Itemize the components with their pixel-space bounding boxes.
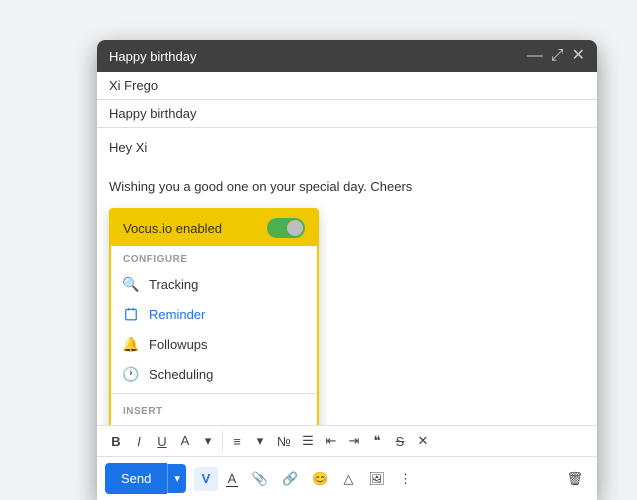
underline-button[interactable]: U xyxy=(151,430,173,452)
trash-button[interactable]: 🗑 xyxy=(560,467,589,491)
subject-field[interactable]: Happy birthday xyxy=(97,100,597,128)
vocus-dropdown: Vocus.io enabled CONFIGURE 🔍 Tracking xyxy=(109,208,319,425)
italic-button[interactable]: I xyxy=(128,430,150,452)
indent-more-button[interactable]: ⇥ xyxy=(343,430,365,452)
link-button[interactable]: 🔗 xyxy=(276,467,304,491)
resize-button[interactable]: ⤢ xyxy=(551,48,564,64)
vocus-enabled-row: Vocus.io enabled xyxy=(111,210,317,246)
close-button[interactable]: ✕ xyxy=(572,48,585,64)
align-arrow[interactable]: ▾ xyxy=(249,430,271,452)
font-color-a: A xyxy=(181,433,190,448)
unordered-list-button[interactable]: ☰ xyxy=(297,430,319,452)
send-button[interactable]: Send xyxy=(105,463,167,494)
compose-title: Happy birthday xyxy=(109,49,196,64)
configure-section-label: CONFIGURE xyxy=(111,246,317,269)
reminder-icon xyxy=(123,306,139,322)
body-text: Hey Xi Wishing you a good one on your sp… xyxy=(109,138,585,197)
menu-item-tracking[interactable]: 🔍 Tracking xyxy=(111,269,317,299)
align-button[interactable]: ≡ xyxy=(226,430,248,452)
attach-button[interactable]: 📎 xyxy=(246,467,274,491)
toolbar-divider-1 xyxy=(222,431,223,451)
tracking-label: Tracking xyxy=(149,277,198,292)
bold-button[interactable]: B xyxy=(105,430,127,452)
drive-button[interactable]: △ xyxy=(336,467,360,491)
scheduling-icon: 🕐 xyxy=(123,366,139,382)
menu-item-followups[interactable]: 🔔 Followups xyxy=(111,329,317,359)
followups-label: Followups xyxy=(149,337,208,352)
bottom-font-a: A xyxy=(228,471,237,486)
font-color-button[interactable]: A xyxy=(174,430,196,452)
scheduling-label: Scheduling xyxy=(149,367,213,382)
bottom-color-bar xyxy=(226,486,238,487)
compose-header-controls: — ⤢ ✕ xyxy=(527,48,585,64)
menu-item-reminder[interactable]: Reminder xyxy=(111,299,317,329)
tracking-icon: 🔍 xyxy=(123,276,139,292)
ordered-list-button[interactable]: № xyxy=(272,430,296,452)
toggle-thumb xyxy=(287,220,303,236)
minimize-button[interactable]: — xyxy=(527,48,543,64)
to-field[interactable]: Xi Frego xyxy=(97,72,597,100)
insert-section-label: INSERT xyxy=(111,398,317,421)
section-divider xyxy=(111,393,317,394)
photo-button[interactable]: 🖼 xyxy=(362,467,391,491)
vocus-toggle[interactable] xyxy=(267,218,305,238)
strikethrough-button[interactable]: S xyxy=(389,430,411,452)
compose-header: Happy birthday — ⤢ ✕ xyxy=(97,40,597,72)
more-button[interactable]: ⋮ xyxy=(393,467,418,491)
font-color-arrow[interactable]: ▾ xyxy=(197,430,219,452)
format-toolbar: B I U A ▾ ≡ ▾ № ☰ ⇤ ⇥ ❝ S ✕ xyxy=(97,425,597,456)
emoji-button[interactable]: 😊 xyxy=(306,467,334,491)
compose-body[interactable]: Hey Xi Wishing you a good one on your sp… xyxy=(97,128,597,425)
vocus-v-button[interactable]: V xyxy=(194,467,218,491)
send-arrow-button[interactable]: ▾ xyxy=(167,464,186,493)
indent-less-button[interactable]: ⇤ xyxy=(320,430,342,452)
send-group: Send ▾ xyxy=(105,463,186,494)
remove-format-button[interactable]: ✕ xyxy=(412,430,434,452)
followups-icon: 🔔 xyxy=(123,336,139,352)
menu-item-scheduling[interactable]: 🕐 Scheduling xyxy=(111,359,317,389)
vocus-enabled-label: Vocus.io enabled xyxy=(123,221,222,236)
bottom-toolbar: Send ▾ V A 📎 🔗 😊 △ 🖼 ⋮ 🗑 xyxy=(97,456,597,500)
menu-item-coordinator[interactable]: 💬 Coordinator xyxy=(111,421,317,425)
reminder-label: Reminder xyxy=(149,307,205,322)
quote-button[interactable]: ❝ xyxy=(366,430,388,452)
compose-window: Happy birthday — ⤢ ✕ Xi Frego Happy birt… xyxy=(97,40,597,500)
bottom-font-color-button[interactable]: A xyxy=(220,467,244,491)
toggle-track[interactable] xyxy=(267,218,305,238)
